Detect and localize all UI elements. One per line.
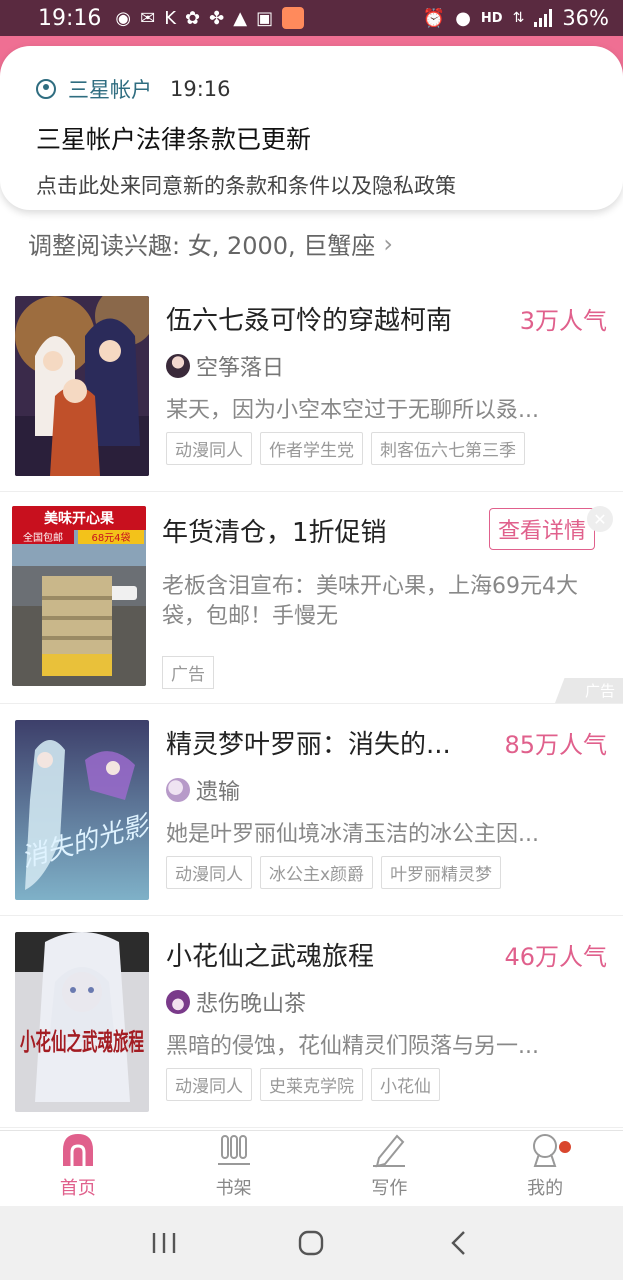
chevron-right-icon: › [383,229,393,258]
book-title: 小花仙之武魂旅程 [166,941,375,972]
back-icon [451,1231,465,1255]
app-icon [282,7,305,29]
recent-apps-icon [152,1233,176,1253]
back-button[interactable] [439,1223,479,1263]
signal-icon [534,9,553,27]
book-tag[interactable]: 小花仙 [371,1068,440,1101]
notification-title: 三星帐户法律条款已更新 [36,125,312,154]
book-description: 某天，因为小空本空过于无聊所以叒... [166,398,539,423]
notification-card[interactable]: 三星帐户 19:16 三星帐户法律条款已更新 点击此处来同意新的条款和条件以及隐… [0,46,623,210]
book-popularity: 85万人气 [504,730,607,759]
close-icon[interactable]: ✕ [587,506,613,532]
book-cover: 小花仙之武魂旅程 [15,932,149,1112]
book-popularity: 3万人气 [519,306,607,335]
notification-body: 点击此处来同意新的条款和条件以及隐私政策 [36,174,456,198]
book-tag[interactable]: 叶罗丽精灵梦 [381,856,502,889]
bookshelf-icon [217,1135,250,1165]
profile-icon [533,1134,558,1167]
book-tag[interactable]: 史莱克学院 [260,1068,363,1101]
notification-app: 三星帐户 [68,78,152,102]
ad-mark: 广告 [554,678,623,703]
book-popularity: 46万人气 [504,942,607,971]
notification-dot [559,1141,572,1153]
book-tag[interactable]: 动漫同人 [166,1068,252,1101]
book-item[interactable]: 伍六七叒可怜的穿越柯南 3万人气 空筝落日 某天，因为小空本空过于无聊所以叒..… [0,280,623,492]
author-avatar [166,990,190,1014]
home-icon [62,1134,93,1166]
author-avatar [166,778,190,802]
book-list: 伍六七叒可怜的穿越柯南 3万人气 空筝落日 某天，因为小空本空过于无聊所以叒..… [0,280,623,1128]
ad-image: 美味开心果 全国包邮 68元4袋 [12,506,146,686]
home-circle-icon [299,1230,324,1256]
network-label: HD [480,10,503,26]
k-app-icon: K [164,7,177,29]
book-item[interactable]: 消失的光影 精灵梦叶罗丽：消失的... 85万人气 遗输 她是叶罗丽仙境冰清玉洁… [0,704,623,916]
book-title: 精灵梦叶罗丽：消失的... [166,729,451,760]
tab-home[interactable]: 首页 [0,1131,156,1206]
bottom-nav: 首页 书架 写作 我的 [0,1130,623,1206]
book-tag[interactable]: 作者学生党 [260,432,363,465]
book-tag[interactable]: 冰公主x颜爵 [260,856,374,889]
book-tag[interactable]: 动漫同人 [166,432,252,465]
ad-description: 老板含泪宣布：美味开心果，上海69元4大袋，包邮！手慢无 [162,574,578,629]
ad-item[interactable]: 美味开心果 全国包邮 68元4袋 年货清仓，1折促销 老板含泪宣布：美味开心果，… [0,492,623,704]
book-cover: 消失的光影 [15,720,149,900]
mail-icon: ✉ [140,7,156,29]
book-tag[interactable]: 刺客伍六七第三季 [371,432,525,465]
ad-image-banner: 美味开心果 [44,510,115,527]
notification-header: 三星帐户 19:16 [36,74,587,104]
book-author: 悲伤晚山茶 [196,992,307,1017]
book-title: 伍六七叒可怜的穿越柯南 [166,305,453,336]
ad-title: 年货清仓，1折促销 [162,517,387,548]
apps-icon: ✤ [209,7,225,29]
book-item[interactable]: 小花仙之武魂旅程 小花仙之武魂旅程 46万人气 悲伤晚山茶 黑暗的侵蚀，花仙精灵… [0,916,623,1128]
ad-image-sub2: 68元4袋 [91,531,130,544]
bag-icon: ▣ [256,7,274,29]
author-avatar [166,354,190,378]
account-icon: ◉ [115,7,132,29]
book-author: 遗输 [196,780,241,805]
book-author: 空筝落日 [196,356,285,381]
reading-interest-label: 调整阅读兴趣: 女, 2000, 巨蟹座 [28,232,376,260]
recent-apps-button[interactable] [144,1223,184,1263]
tab-me-label: 我的 [527,1178,564,1199]
warning-icon: ▲ [233,7,248,29]
tab-bookshelf[interactable]: 书架 [156,1131,312,1206]
tab-home-label: 首页 [59,1178,96,1199]
cover-title-text: 小花仙之武魂旅程 [20,1027,144,1056]
status-time: 19:16 [38,5,102,31]
system-nav-bar [0,1206,623,1280]
view-details-button[interactable]: 查看详情 [488,508,595,550]
tab-me[interactable]: 我的 [467,1131,623,1206]
pencil-icon [373,1134,406,1168]
book-tag[interactable]: 动漫同人 [166,856,252,889]
ad-tag: 广告 [162,656,214,689]
book-description: 她是叶罗丽仙境冰清玉洁的冰公主因... [166,822,539,847]
reading-interest-link[interactable]: 调整阅读兴趣: 女, 2000, 巨蟹座 › [28,226,393,261]
notification-time: 19:16 [170,77,231,101]
alarm-icon: ⏰ [422,7,446,29]
book-description: 黑暗的侵蚀，花仙精灵们陨落与另一... [166,1034,539,1059]
book-cover [15,296,149,476]
status-bar: 19:16 ◉ ✉ K ✿ ✤ ▲ ▣ ⏰ ● HD ⇅ 36% [0,0,623,36]
status-notification-icons: ◉ ✉ K ✿ ✤ ▲ ▣ [115,7,305,29]
home-button[interactable] [291,1223,331,1263]
tab-write-label: 写作 [371,1178,408,1199]
battery-level: 36% [562,6,609,30]
tab-bookshelf-label: 书架 [215,1178,252,1199]
data-icon: ⇅ [512,10,525,26]
ad-image-sub1: 全国包邮 [23,531,63,544]
bulb-icon: ✿ [185,7,201,29]
location-icon: ● [455,7,471,29]
account-circle-icon [36,79,56,99]
tab-write[interactable]: 写作 [312,1131,468,1206]
